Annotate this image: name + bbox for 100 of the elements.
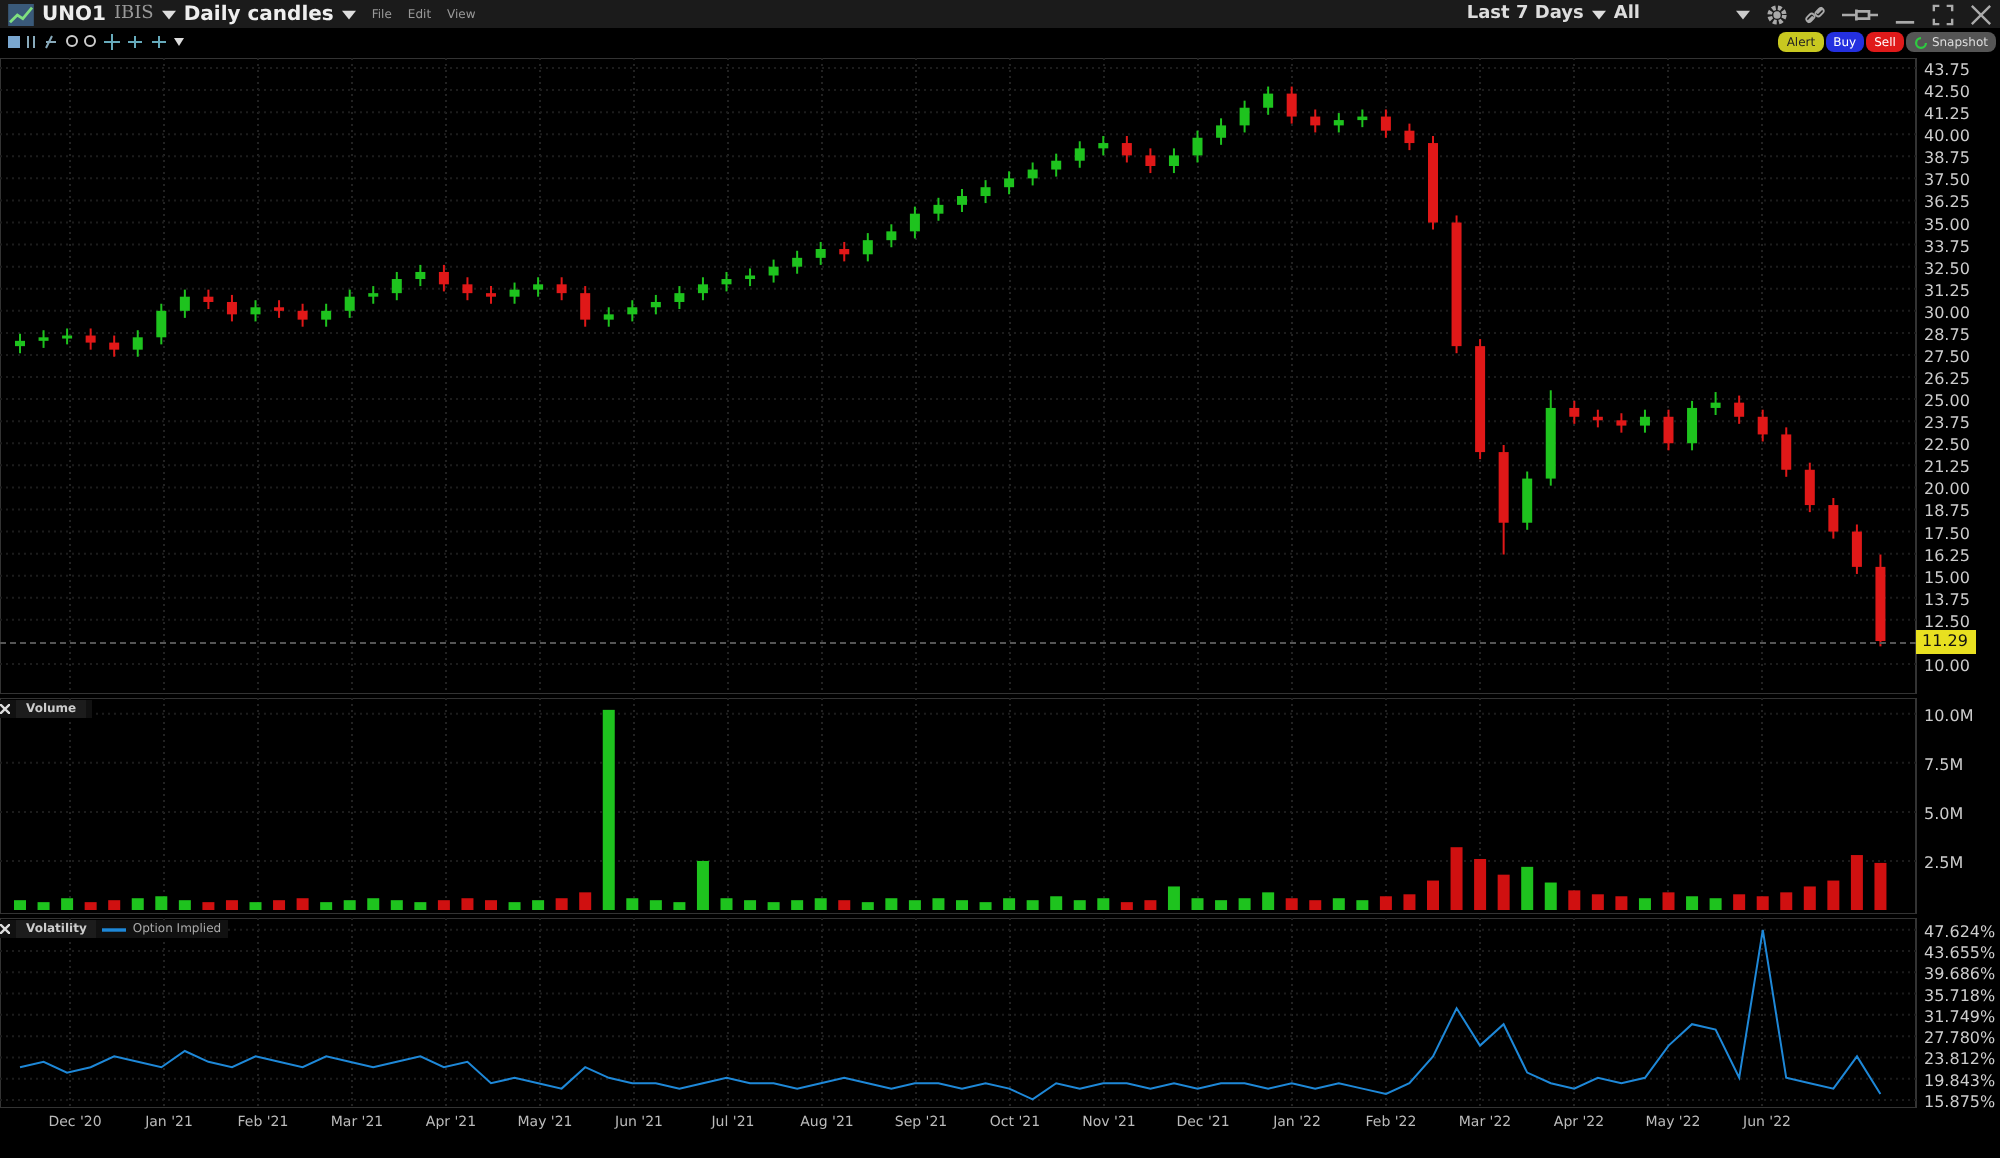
volume-bar <box>1026 900 1039 910</box>
price-axis-label: 35.00 <box>1924 215 1970 234</box>
price-candle <box>839 240 850 263</box>
price-axis-label: 22.50 <box>1924 436 1970 455</box>
price-axis-label: 12.50 <box>1924 612 1970 631</box>
price-candle <box>1098 135 1109 157</box>
last-price-tag: 11.29 <box>1916 629 1976 654</box>
price-axis-label: 25.00 <box>1924 392 1970 411</box>
volume-bar <box>1474 859 1487 910</box>
price-candle <box>1168 147 1179 175</box>
price-candle <box>980 179 991 205</box>
volume-bar <box>1144 900 1157 910</box>
volatility-axis-label: 15.875% <box>1924 1093 1996 1108</box>
price-axis-label: 43.75 <box>1924 61 1970 79</box>
volume-bar <box>1638 898 1651 910</box>
price-candle <box>1145 147 1156 175</box>
chart-type-label[interactable]: Daily candles <box>183 3 334 25</box>
volume-bar <box>225 900 238 910</box>
volume-bar <box>979 902 992 910</box>
volume-bar <box>908 900 921 910</box>
volume-bar <box>1073 900 1086 910</box>
price-candle <box>721 270 732 293</box>
volume-bar <box>1356 900 1369 910</box>
volume-bar <box>1167 886 1180 910</box>
volume-bar <box>579 892 592 910</box>
caret-icon[interactable] <box>1736 9 1750 19</box>
volatility-axis-label: 35.718% <box>1924 986 1996 1005</box>
volume-bar <box>649 900 662 910</box>
volatility-axis-label: 27.780% <box>1924 1029 1996 1048</box>
price-candle <box>486 285 496 305</box>
price-axis-label: 33.75 <box>1924 237 1970 256</box>
price-candle <box>297 302 308 328</box>
symbol-label[interactable]: UNO1 <box>42 3 106 25</box>
price-candle <box>1004 170 1015 196</box>
settings-icon[interactable] <box>1766 3 1788 25</box>
volume-bar <box>1733 894 1746 910</box>
volume-bar <box>273 900 286 910</box>
range-selector[interactable]: All <box>1613 4 1640 24</box>
volume-bar <box>1427 880 1439 910</box>
volume-bar <box>838 900 851 910</box>
price-candle <box>815 240 826 266</box>
price-candle <box>603 306 614 328</box>
price-axis-label: 20.00 <box>1924 480 1970 499</box>
price-candle <box>1428 135 1438 231</box>
price-candle <box>745 267 756 288</box>
price-candle <box>509 281 520 305</box>
price-candle <box>274 299 285 319</box>
volume-bar <box>1050 896 1063 910</box>
chart-logo-icon <box>8 3 34 25</box>
volatility-axis-label: 43.655% <box>1924 943 1996 962</box>
price-candle <box>1192 129 1203 164</box>
price-candle <box>462 276 473 302</box>
volume-bar <box>1285 898 1298 910</box>
volume-bar <box>1379 896 1392 910</box>
price-candle <box>1380 108 1391 139</box>
price-axis-label: 40.00 <box>1924 127 1970 146</box>
volume-bar <box>885 898 898 910</box>
price-candle <box>226 293 237 323</box>
price-axis-label: 10.00 <box>1924 657 1970 675</box>
price-candle <box>85 327 96 351</box>
price-axis-label: 27.50 <box>1924 347 1970 366</box>
price-candle <box>109 334 120 358</box>
price-candle <box>1569 399 1580 425</box>
volume-bar <box>1615 896 1628 910</box>
volume-bar <box>1874 862 1887 910</box>
price-candle <box>933 196 944 222</box>
volume-bar <box>61 898 74 910</box>
price-axis-label: 15.00 <box>1924 568 1970 587</box>
price-candle <box>1121 135 1132 164</box>
price-candle <box>862 232 873 263</box>
volume-bar <box>1568 890 1581 910</box>
price-candle <box>650 293 661 316</box>
volume-bar <box>1827 880 1840 910</box>
toolbar-icons-drawing[interactable] <box>6 34 186 50</box>
maximize-icon[interactable] <box>1932 3 1954 25</box>
period-selector[interactable]: Last 7 Days <box>1466 4 1584 24</box>
volume-bar <box>414 902 427 910</box>
volume-bar <box>744 900 757 910</box>
price-candle <box>415 263 426 288</box>
volume-bar <box>84 902 97 910</box>
close-icon[interactable] <box>1970 3 1992 25</box>
price-candle <box>1616 412 1627 434</box>
volume-bar <box>202 902 215 910</box>
price-candle <box>1286 85 1297 125</box>
volume-bar <box>1403 894 1416 910</box>
price-axis-label: 23.75 <box>1924 414 1970 433</box>
volume-bar <box>1191 898 1204 910</box>
price-candle <box>1475 338 1486 461</box>
caret-icon[interactable] <box>161 9 176 19</box>
link-icon[interactable] <box>1804 3 1826 25</box>
volume-bar <box>1756 896 1769 910</box>
volatility-axis-label: 31.749% <box>1924 1007 1996 1026</box>
price-candle <box>627 299 638 323</box>
caret-icon[interactable] <box>1591 9 1606 19</box>
price-candle <box>1051 152 1062 178</box>
price-candle <box>1404 122 1415 152</box>
price-candle <box>1522 470 1533 531</box>
volume-axis-label: 5.0M <box>1924 804 1964 823</box>
caret-icon[interactable] <box>341 9 356 19</box>
price-axis-label: 41.25 <box>1924 105 1970 124</box>
